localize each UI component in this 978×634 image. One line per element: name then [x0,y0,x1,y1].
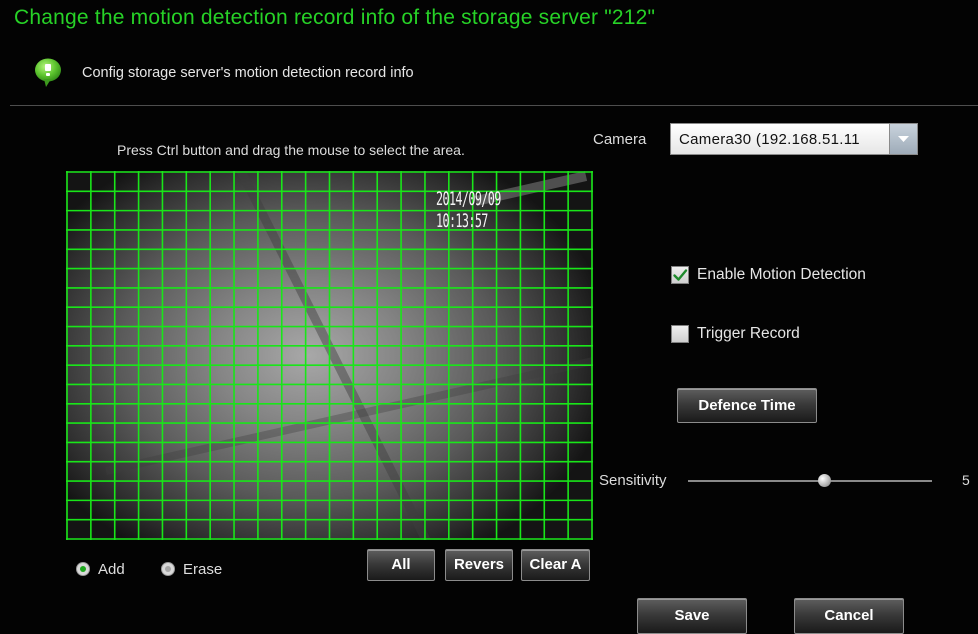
camera-select[interactable]: Camera30 (192.168.51.11 [670,123,918,155]
camera-label: Camera [593,131,647,148]
select-all-button[interactable]: All [367,549,435,581]
radio-add[interactable]: Add [76,560,156,580]
camera-select-value: Camera30 (192.168.51.11 [679,131,860,148]
sensitivity-slider-thumb[interactable] [818,474,832,487]
checkmark-icon [673,269,688,281]
radio-erase-label: Erase [183,561,223,578]
radio-erase[interactable]: Erase [161,560,241,580]
camera-preview-grid[interactable]: 2014/09/09 10:13:57 [66,171,593,540]
dropdown-arrow-icon[interactable] [889,124,917,154]
enable-motion-checkbox[interactable] [671,266,689,284]
reverse-button[interactable]: Revers [445,549,513,581]
radio-add-label: Add [98,561,125,578]
trigger-record-label: Trigger Record [697,325,800,342]
defence-time-button[interactable]: Defence Time [677,388,817,423]
sensitivity-value: 5 [962,472,970,488]
sensitivity-slider-track[interactable] [688,480,932,482]
save-button[interactable]: Save [637,598,747,634]
radio-erase-indicator[interactable] [161,562,175,576]
enable-motion-label: Enable Motion Detection [697,266,866,283]
cancel-button[interactable]: Cancel [794,598,904,634]
header-divider [10,105,978,106]
subtitle: Config storage server's motion detection… [82,65,414,81]
camera-timestamp: 2014/09/09 10:13:57 [436,188,501,232]
page-title: Change the motion detection record info … [14,6,656,29]
trigger-record-checkbox[interactable] [671,325,689,343]
clear-all-button[interactable]: Clear A [521,549,590,581]
area-instruction: Press Ctrl button and drag the mouse to … [117,142,465,158]
dialog: Change the motion detection record info … [0,0,978,634]
radio-add-indicator[interactable] [76,562,90,576]
info-bubble-icon [34,58,62,88]
sensitivity-label: Sensitivity [599,472,667,489]
